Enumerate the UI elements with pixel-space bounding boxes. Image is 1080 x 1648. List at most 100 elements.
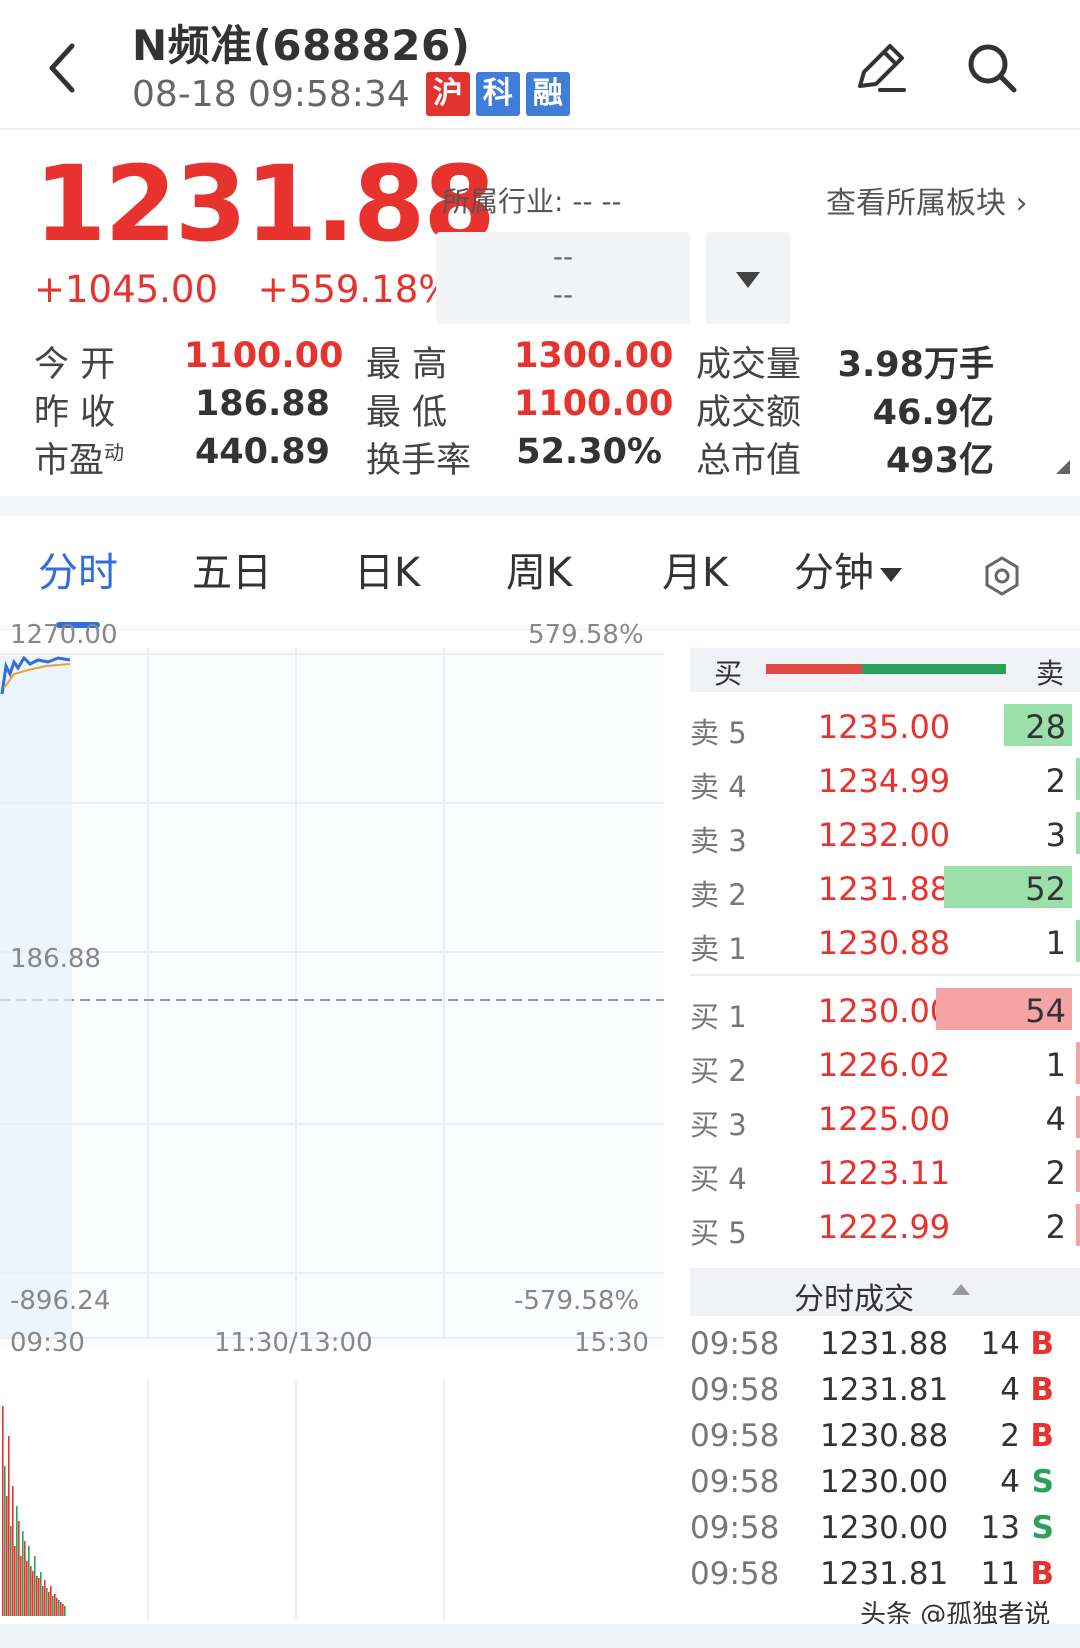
ask-row: 卖 1 1230.88 1 (690, 916, 1080, 972)
volume-bar (24, 1541, 26, 1616)
tab-five-day[interactable]: 五日 (192, 540, 272, 598)
y-axis-bottom-left: -896.24 (10, 1286, 111, 1316)
bid-qty: 2 (1045, 1154, 1066, 1192)
volume-bar (60, 1602, 62, 1616)
tick-time: 09:58 (690, 1326, 780, 1362)
sector-select[interactable]: -- -- (436, 232, 690, 324)
sector-dropdown-button[interactable] (706, 232, 790, 324)
caret-down-icon (880, 568, 902, 582)
ask-price: 1235.00 (817, 708, 951, 746)
sell-ratio-segment (862, 664, 1006, 674)
tick-price: 1230.88 (820, 1418, 949, 1454)
bid-price: 1222.99 (817, 1208, 951, 1246)
search-icon[interactable] (962, 38, 1022, 98)
tick-row: 09:58 1230.00 4 S (690, 1460, 1080, 1506)
volume-bar (8, 1436, 10, 1616)
ask-price: 1231.88 (817, 870, 951, 908)
ask-label: 卖 1 (690, 932, 747, 966)
volume-bar (42, 1586, 44, 1616)
section-divider (0, 496, 1080, 516)
tick-qty: 13 (980, 1510, 1020, 1546)
y-axis-prev-close: 186.88 (10, 944, 101, 974)
stats-grid: 今 开 1100.00 最 高 1300.00 成交量 3.98万手 昨 收 1… (34, 336, 1054, 481)
pe-label-sup: 动 (104, 440, 125, 465)
tick-time: 09:58 (690, 1556, 780, 1592)
volume-bar (56, 1598, 58, 1616)
stat-value-turnover-amount: 46.9亿 (872, 393, 994, 433)
tick-side: B (1030, 1372, 1054, 1408)
volume-bar (4, 1466, 6, 1616)
stat-value-market-cap: 493亿 (885, 441, 994, 481)
bid-label: 买 1 (690, 1000, 747, 1034)
volume-bar (16, 1506, 18, 1616)
view-sector-text: 查看所属板块 (826, 186, 1006, 221)
volume-bar (6, 1496, 8, 1616)
ask-row: 卖 5 1235.00 28 (690, 700, 1080, 756)
volume-bar (54, 1594, 56, 1616)
bid-row: 买 4 1223.11 2 (690, 1146, 1080, 1202)
intraday-chart[interactable] (0, 648, 664, 1348)
ask-row: 卖 4 1234.99 2 (690, 754, 1080, 810)
stat-value-volume: 3.98万手 (837, 345, 994, 385)
stat-label-high: 最 高 (366, 345, 448, 385)
tab-minute[interactable]: 分钟 (794, 540, 902, 598)
back-icon[interactable] (40, 38, 90, 98)
stat-value-pe: 440.89 (194, 432, 330, 472)
tag-margin: 融 (525, 72, 570, 116)
tab-intraday[interactable]: 分时 (38, 540, 118, 598)
tab-monthly-k[interactable]: 月K (662, 540, 728, 598)
stat-value-prev-close: 186.88 (194, 384, 330, 424)
tick-row: 09:58 1231.88 14 B (690, 1322, 1080, 1368)
bid-label: 买 5 (690, 1216, 747, 1250)
tick-qty: 2 (1000, 1418, 1020, 1454)
edit-icon[interactable] (850, 38, 910, 98)
tick-side: B (1030, 1326, 1054, 1362)
ask-price: 1234.99 (817, 762, 951, 800)
tick-qty: 14 (980, 1326, 1020, 1362)
tab-daily-k[interactable]: 日K (354, 540, 420, 598)
subtitle-row: 08-18 09:58:34 沪 科 融 (132, 72, 576, 116)
last-price: 1231.88 (34, 143, 496, 265)
stat-label-open: 今 开 (34, 345, 116, 385)
view-sector-link[interactable]: 查看所属板块 › (826, 178, 1028, 222)
buy-sell-ratio-bar (766, 664, 1006, 674)
expand-corner-icon[interactable] (1056, 460, 1070, 474)
tab-weekly-k[interactable]: 周K (506, 540, 572, 598)
bid-row: 买 3 1225.00 4 (690, 1092, 1080, 1148)
bid-qty: 54 (1025, 992, 1066, 1030)
stat-label-turnover-amount: 成交额 (696, 393, 802, 433)
ask-qty: 28 (1025, 708, 1066, 746)
tag-star-market: 科 (475, 72, 520, 116)
tick-price: 1230.00 (820, 1464, 949, 1500)
volume-bar (44, 1580, 46, 1616)
y-axis-top-right: 579.58% (528, 620, 644, 650)
volume-bar (58, 1600, 60, 1616)
stat-value-turnover-rate: 52.30% (516, 432, 662, 472)
select-top-value: -- (552, 240, 574, 273)
tick-time: 09:58 (690, 1372, 780, 1408)
bid-qty-bar (1076, 1096, 1080, 1138)
ask-qty-bar (1076, 920, 1080, 962)
tag-shanghai: 沪 (425, 72, 470, 116)
ask-label: 卖 4 (690, 770, 747, 804)
book-divider (690, 974, 1080, 976)
price-change: +1045.00 +559.18% (34, 268, 481, 311)
tick-trades-header[interactable]: 分时成交 (690, 1268, 1080, 1317)
bid-price: 1225.00 (817, 1100, 951, 1138)
bid-price: 1230.00 (817, 992, 951, 1030)
top-bar: N频准(688826) 08-18 09:58:34 沪 科 融 (0, 0, 1080, 130)
ask-qty: 52 (1025, 870, 1066, 908)
bid-label: 买 4 (690, 1162, 747, 1196)
caret-up-icon (952, 1284, 970, 1295)
volume-bar (34, 1556, 36, 1616)
quote-time: 08-18 09:58:34 (132, 73, 410, 115)
volume-bar (18, 1521, 20, 1616)
bid-label: 买 3 (690, 1108, 747, 1142)
ask-qty-bar (1076, 812, 1080, 854)
stat-value-open: 1100.00 (184, 336, 344, 376)
tick-side: S (1031, 1464, 1054, 1500)
settings-icon[interactable] (982, 556, 1022, 596)
order-book-header: 买 卖 (690, 648, 1080, 692)
volume-bar (26, 1561, 28, 1616)
bid-row: 买 1 1230.00 54 (690, 984, 1080, 1040)
